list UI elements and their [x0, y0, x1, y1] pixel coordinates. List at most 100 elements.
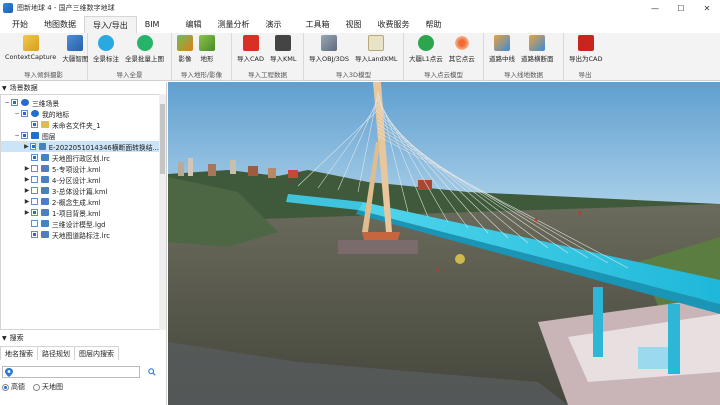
tab-edit[interactable]: 编辑: [177, 16, 209, 33]
tab-route-planning[interactable]: 路径规划: [37, 346, 75, 360]
tab-paid-services[interactable]: 收费服务: [369, 16, 417, 33]
tree-item[interactable]: 未命名文件夹_1: [1, 119, 159, 130]
tree-item-checkbox[interactable]: [31, 187, 38, 194]
landxml-icon: [368, 35, 385, 51]
dji-terra-button[interactable]: 大疆智图: [59, 35, 91, 63]
terrain-button[interactable]: 地形: [196, 35, 218, 63]
tab-layer-search[interactable]: 图层内搜索: [74, 346, 119, 360]
cursor-marker: [455, 254, 465, 264]
tree-item-checkbox[interactable]: [31, 154, 38, 161]
pin-icon: [31, 110, 39, 117]
tab-map-data[interactable]: 地图数据: [36, 16, 84, 33]
tree-item[interactable]: ▶ 5-专项设计.kml: [1, 163, 159, 174]
tree-item[interactable]: ▶ 4-分区设计.kml: [1, 174, 159, 185]
tree-item[interactable]: − 三维场景: [1, 97, 159, 108]
collapse-icon[interactable]: −: [13, 132, 21, 139]
expand-icon[interactable]: ▶: [23, 176, 31, 183]
layer-icon: [41, 209, 49, 216]
tab-start[interactable]: 开始: [4, 16, 36, 33]
tree-scrollbar-thumb[interactable]: [160, 104, 165, 174]
tree-item[interactable]: ▶ 1-项目背景.kml: [1, 207, 159, 218]
expand-icon[interactable]: ▶: [23, 209, 31, 216]
tree-item[interactable]: ▶ 3-总体设计篇.kml: [1, 185, 159, 196]
globe-viewport[interactable]: [168, 82, 720, 405]
tree-item-label: 天地图道路标注.lrc: [52, 231, 111, 240]
tree-item-label: 3-总体设计篇.kml: [52, 187, 108, 196]
collapse-icon[interactable]: −: [3, 99, 11, 106]
tree-item[interactable]: ▶ 2-概念生成.kml: [1, 196, 159, 207]
tree-item-label: 我的地标: [42, 110, 70, 119]
maximize-button[interactable]: ☐: [668, 0, 694, 16]
ribbon-group-oblique: ContextCapture 大疆智图 导入倾斜摄影: [0, 33, 88, 81]
tree-item-label: 天地图行政区划.lrc: [52, 154, 111, 163]
tree-item-checkbox[interactable]: [21, 132, 28, 139]
tab-bim[interactable]: BIM: [137, 16, 168, 33]
panorama-mark-button[interactable]: 全景标注: [90, 35, 122, 63]
tab-place-search[interactable]: 地名搜索: [0, 346, 38, 360]
scene-render[interactable]: [168, 82, 720, 405]
tab-help[interactable]: 帮助: [417, 16, 449, 33]
tree-item-checkbox[interactable]: [31, 209, 38, 216]
road-section-button[interactable]: 道路横断面: [518, 35, 557, 63]
tab-view[interactable]: 视图: [337, 16, 369, 33]
import-landxml-button[interactable]: 导入LandXML: [352, 35, 401, 63]
close-button[interactable]: ✕: [694, 0, 720, 16]
tree-item-checkbox[interactable]: [31, 176, 38, 183]
tree-item-checkbox[interactable]: [31, 121, 38, 128]
bridge-pier: [593, 287, 603, 357]
expand-icon[interactable]: ▶: [23, 143, 30, 150]
tab-toolbox[interactable]: 工具箱: [297, 16, 337, 33]
search-provider-options: 高德 天地图: [2, 382, 63, 392]
export-cad-button[interactable]: 导出为CAD: [566, 35, 606, 63]
tab-present[interactable]: 演示: [257, 16, 289, 33]
tree-item-checkbox[interactable]: [31, 198, 38, 205]
tree-item-checkbox[interactable]: [31, 231, 38, 238]
imagery-button[interactable]: 影像: [174, 35, 196, 63]
tree-item-checkbox[interactable]: [31, 165, 38, 172]
tree-item[interactable]: − 图层: [1, 130, 159, 141]
search-icon[interactable]: [148, 368, 156, 376]
buoy: [578, 211, 582, 215]
radio-tianditu[interactable]: [33, 383, 40, 391]
expand-icon[interactable]: ▶: [23, 198, 31, 205]
expand-icon[interactable]: ▶: [23, 187, 31, 194]
location-pin-icon: [5, 367, 13, 377]
ribbon-group-pointcloud: 大疆L1点云 其它点云 导入点云模型: [404, 33, 484, 81]
search-collapse-icon[interactable]: ▼: [2, 335, 7, 342]
collapse-icon[interactable]: ▼: [2, 85, 7, 92]
tree-item-checkbox[interactable]: [29, 143, 36, 150]
import-cad-button[interactable]: 导入CAD: [234, 35, 267, 63]
buoy: [436, 268, 440, 272]
tree-item-checkbox[interactable]: [11, 99, 18, 106]
tree-item[interactable]: − 我的地标: [1, 108, 159, 119]
tab-measure[interactable]: 测量分析: [209, 16, 257, 33]
tree-item-label: 2-概念生成.kml: [52, 198, 101, 207]
menu-bar: 开始 地图数据 导入/导出 BIM 编辑 测量分析 演示 工具箱 视图 收费服务…: [0, 16, 720, 33]
window-title: 图新地球 4 - 国产三维数字地球: [17, 4, 115, 12]
minimize-button[interactable]: —: [642, 0, 668, 16]
collapse-icon[interactable]: −: [13, 110, 21, 117]
ribbon: ContextCapture 大疆智图 导入倾斜摄影 全景标注 全景批量上图 导…: [0, 33, 720, 81]
other-pointcloud-button[interactable]: 其它点云: [446, 35, 478, 63]
contextcapture-button[interactable]: ContextCapture: [2, 35, 59, 61]
dji-l1-pointcloud-button[interactable]: 大疆L1点云: [406, 35, 446, 63]
cube-icon: [22, 35, 39, 51]
tab-import-export[interactable]: 导入/导出: [84, 16, 137, 33]
bridge-pier: [668, 304, 680, 374]
tree-scrollbar[interactable]: [159, 94, 166, 330]
search-tabs: 地名搜索 路径规划 图层内搜索: [0, 346, 119, 360]
import-kml-button[interactable]: 导入KML: [267, 35, 300, 63]
tree-item[interactable]: 天地图行政区划.lrc: [1, 152, 159, 163]
road-centerline-button[interactable]: 道路中线: [486, 35, 518, 63]
import-obj-button[interactable]: 导入OBJ/3DS: [306, 35, 352, 63]
tree-item[interactable]: 三维设计模型.lgd: [1, 218, 159, 229]
tree-item[interactable]: 天地图道路标注.lrc: [1, 229, 159, 240]
radio-gaode[interactable]: [2, 383, 9, 391]
tree-item-checkbox[interactable]: [21, 110, 28, 117]
search-input[interactable]: [2, 366, 140, 378]
expand-icon[interactable]: ▶: [23, 165, 31, 172]
tree-item[interactable]: ▶ E-2022051014346横断面转换结...: [1, 141, 159, 152]
panorama-batch-button[interactable]: 全景批量上图: [122, 35, 167, 63]
tree-item-checkbox[interactable]: [31, 220, 38, 227]
export-cad-icon: [577, 35, 594, 51]
